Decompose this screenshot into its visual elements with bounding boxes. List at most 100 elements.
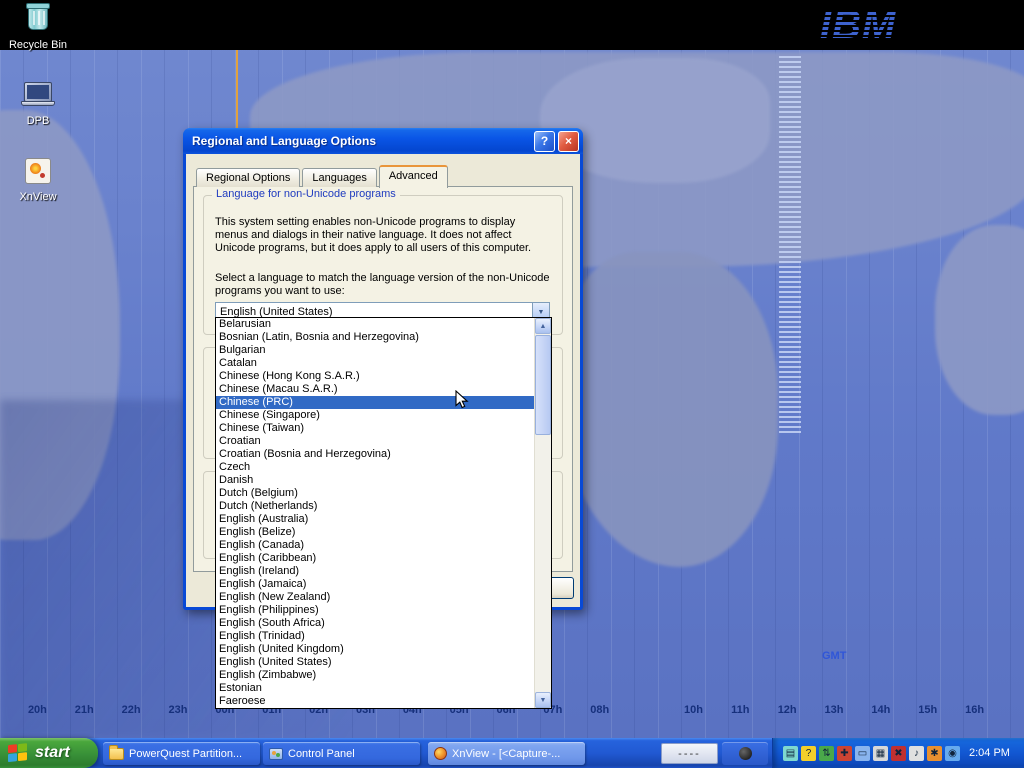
tray-icon[interactable]: ◉ bbox=[945, 746, 960, 761]
language-option[interactable]: Dutch (Belgium) bbox=[216, 487, 534, 500]
folder-icon bbox=[109, 748, 124, 760]
taskbar-button-label: PowerQuest Partition... bbox=[129, 748, 242, 760]
language-option[interactable]: Belarusian bbox=[216, 318, 534, 331]
tab-strip: Regional Options Languages Advanced bbox=[196, 163, 450, 187]
dark-app-icon bbox=[739, 747, 752, 760]
hour-label bbox=[623, 704, 670, 716]
language-option[interactable]: English (Zimbabwe) bbox=[216, 669, 534, 682]
windows-flag-icon bbox=[8, 743, 29, 763]
dropdown-scrollbar[interactable]: ▲ ▼ bbox=[534, 318, 551, 708]
language-option[interactable]: Chinese (Singapore) bbox=[216, 409, 534, 422]
language-option[interactable]: English (Canada) bbox=[216, 539, 534, 552]
language-option[interactable]: Dutch (Netherlands) bbox=[216, 500, 534, 513]
laptop-icon bbox=[20, 82, 56, 112]
timezone-hatch-band bbox=[779, 56, 801, 434]
top-black-bar: IBM bbox=[0, 0, 1024, 50]
tray-icon[interactable]: ♪ bbox=[909, 746, 924, 761]
control-panel-icon bbox=[269, 748, 283, 760]
recycle-bin-icon bbox=[20, 6, 56, 36]
tray-icon[interactable]: ⇅ bbox=[819, 746, 834, 761]
start-button[interactable]: start bbox=[0, 738, 98, 768]
help-button[interactable]: ? bbox=[534, 131, 555, 152]
start-button-label: start bbox=[35, 744, 70, 762]
language-option[interactable]: Chinese (Hong Kong S.A.R.) bbox=[216, 370, 534, 383]
language-option[interactable]: English (Philippines) bbox=[216, 604, 534, 617]
scroll-up-icon[interactable]: ▲ bbox=[535, 318, 551, 334]
close-button[interactable]: × bbox=[558, 131, 579, 152]
taskbar-clock[interactable]: 2:04 PM bbox=[969, 747, 1010, 759]
non-unicode-group-box: Language for non-Unicode programs This s… bbox=[203, 195, 563, 335]
taskbar-button-label: Control Panel bbox=[288, 748, 355, 760]
desktop-icon-xnview[interactable]: XnView bbox=[6, 156, 70, 203]
language-option[interactable]: Bosnian (Latin, Bosnia and Herzegovina) bbox=[216, 331, 534, 344]
desktop-icon-label: XnView bbox=[6, 191, 70, 203]
hour-label: 20h bbox=[14, 704, 61, 716]
language-option[interactable]: English (South Africa) bbox=[216, 617, 534, 630]
tab-languages[interactable]: Languages bbox=[302, 168, 376, 187]
scroll-down-icon[interactable]: ▼ bbox=[535, 692, 551, 708]
language-option[interactable]: English (Caribbean) bbox=[216, 552, 534, 565]
language-option[interactable]: English (Australia) bbox=[216, 513, 534, 526]
tab-regional-options[interactable]: Regional Options bbox=[196, 168, 300, 187]
hour-label: 11h bbox=[717, 704, 764, 716]
xnview-app-icon bbox=[434, 747, 447, 760]
language-option[interactable]: English (Ireland) bbox=[216, 565, 534, 578]
taskbar-button-control-panel[interactable]: Control Panel bbox=[263, 742, 420, 765]
language-option[interactable]: English (New Zealand) bbox=[216, 591, 534, 604]
language-option[interactable]: English (United Kingdom) bbox=[216, 643, 534, 656]
desktop-icon-label: DPB bbox=[6, 115, 70, 127]
hour-label: 15h bbox=[904, 704, 951, 716]
language-option[interactable]: Catalan bbox=[216, 357, 534, 370]
ibm-logo: IBM bbox=[820, 2, 936, 48]
language-option[interactable]: Faeroese bbox=[216, 695, 534, 708]
xnview-icon bbox=[20, 158, 56, 188]
scrollbar-thumb[interactable] bbox=[535, 335, 551, 435]
hour-label: 10h bbox=[670, 704, 717, 716]
ibm-logo-stripes bbox=[820, 2, 936, 48]
language-option[interactable]: English (Jamaica) bbox=[216, 578, 534, 591]
taskbar-icon-segment[interactable] bbox=[722, 742, 768, 765]
tray-icon[interactable]: ▤ bbox=[783, 746, 798, 761]
language-option[interactable]: English (Belize) bbox=[216, 526, 534, 539]
language-option[interactable]: English (Trinidad) bbox=[216, 630, 534, 643]
language-option[interactable]: English (United States) bbox=[216, 656, 534, 669]
gmt-label: GMT bbox=[822, 650, 846, 662]
group-caption: Language for non-Unicode programs bbox=[212, 188, 400, 200]
language-option[interactable]: Czech bbox=[216, 461, 534, 474]
taskbar-toolbar-segment[interactable]: ---- bbox=[661, 743, 718, 764]
taskbar: start PowerQuest Partition... Control Pa… bbox=[0, 738, 1024, 768]
taskbar-button-powerquest[interactable]: PowerQuest Partition... bbox=[103, 742, 260, 765]
hour-label: 14h bbox=[857, 704, 904, 716]
desktop-icon-label: Recycle Bin bbox=[6, 39, 70, 51]
tray-icon[interactable]: ✱ bbox=[927, 746, 942, 761]
tray-icon[interactable]: ? bbox=[801, 746, 816, 761]
desktop-icon-dpb[interactable]: DPB bbox=[6, 80, 70, 127]
tray-icon[interactable]: ✚ bbox=[837, 746, 852, 761]
desktop-icon-recycle-bin[interactable]: Recycle Bin bbox=[6, 4, 70, 51]
hour-label: 08h bbox=[576, 704, 623, 716]
hour-label: 16h bbox=[951, 704, 998, 716]
language-option[interactable]: Croatian (Bosnia and Herzegovina) bbox=[216, 448, 534, 461]
language-option[interactable]: Chinese (PRC) bbox=[216, 396, 534, 409]
language-option[interactable]: Bulgarian bbox=[216, 344, 534, 357]
hour-label: 23h bbox=[155, 704, 202, 716]
dialog-titlebar[interactable]: Regional and Language Options ? × bbox=[183, 128, 583, 154]
tray-icon[interactable]: ✖ bbox=[891, 746, 906, 761]
group-description: This system setting enables non-Unicode … bbox=[215, 216, 550, 255]
hour-label: 12h bbox=[764, 704, 811, 716]
language-option[interactable]: Estonian bbox=[216, 682, 534, 695]
language-option[interactable]: Chinese (Taiwan) bbox=[216, 422, 534, 435]
hour-label: 21h bbox=[61, 704, 108, 716]
tab-advanced[interactable]: Advanced bbox=[379, 165, 448, 188]
language-dropdown: BelarusianBosnian (Latin, Bosnia and Her… bbox=[215, 317, 552, 709]
meridian-line bbox=[236, 50, 238, 128]
language-option[interactable]: Croatian bbox=[216, 435, 534, 448]
language-dropdown-list: BelarusianBosnian (Latin, Bosnia and Her… bbox=[216, 318, 534, 708]
hour-label: 13h bbox=[811, 704, 858, 716]
group-instruction: Select a language to match the language … bbox=[215, 272, 550, 298]
tray-icon[interactable]: ▦ bbox=[873, 746, 888, 761]
language-option[interactable]: Chinese (Macau S.A.R.) bbox=[216, 383, 534, 396]
language-option[interactable]: Danish bbox=[216, 474, 534, 487]
taskbar-button-xnview[interactable]: XnView - [<Capture-... bbox=[428, 742, 585, 765]
tray-icon[interactable]: ▭ bbox=[855, 746, 870, 761]
